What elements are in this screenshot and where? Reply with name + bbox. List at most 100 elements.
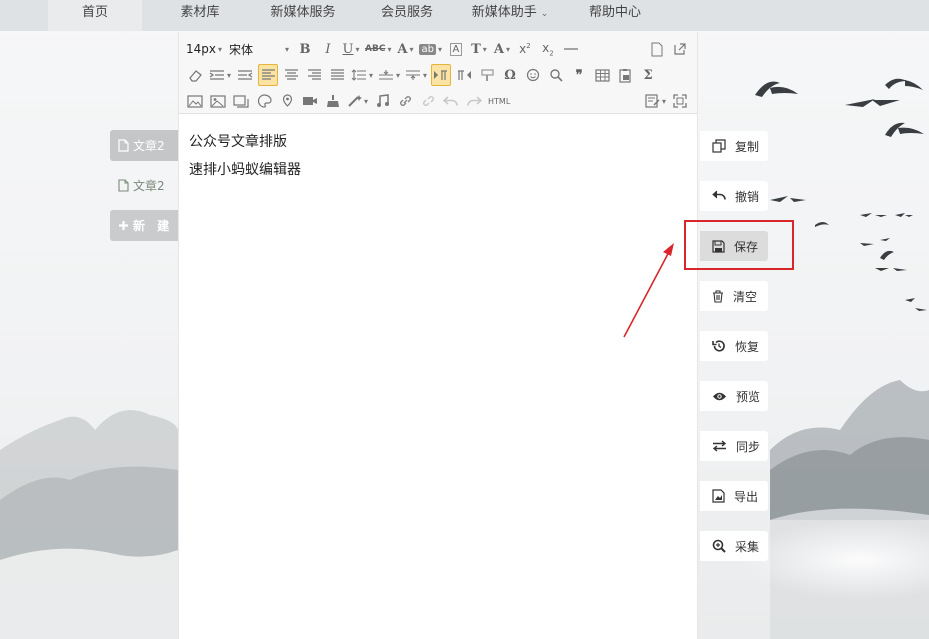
paragraph-spacing-top-button[interactable]: ▾ [377, 64, 401, 86]
align-justify-icon [330, 69, 344, 80]
export-icon [712, 489, 725, 503]
slideshow-button[interactable] [231, 90, 251, 112]
fullscreen-icon [673, 94, 687, 108]
top-nav: 首页 素材库 新媒体服务 会员服务 新媒体助手 ⌄ 帮助中心 [0, 0, 929, 31]
rich-text-editor: 14px ▾ 宋体 ▾ B I U ▾ ABC ▾ A ▾ ab ▾ A T ▾ A ▾ x2 … [178, 32, 698, 639]
export-button[interactable]: 导出 [700, 481, 768, 511]
video-icon [303, 97, 317, 105]
insert-music-button[interactable] [372, 90, 392, 112]
unlink-button[interactable] [418, 90, 438, 112]
clear-button[interactable]: 清空 [700, 281, 768, 311]
font-family-select[interactable]: 宋体 ▾ [228, 38, 292, 60]
outdent-button[interactable] [235, 64, 255, 86]
sync-label: 同步 [736, 439, 761, 454]
bold-button[interactable]: B [295, 38, 315, 60]
nav-new-media-services[interactable]: 新媒体服务 [258, 0, 348, 31]
nav-help-center[interactable]: 帮助中心 [578, 0, 652, 31]
collect-button[interactable]: 采集 [700, 531, 768, 561]
paste-plain-button[interactable] [615, 64, 635, 86]
highlight-icon: ab [419, 43, 436, 55]
subscript-icon: x2 [542, 40, 554, 58]
article-tab-active[interactable]: 文章2 [110, 130, 178, 161]
export-label: 导出 [734, 489, 759, 504]
insert-image-button[interactable] [185, 90, 205, 112]
nav-home[interactable]: 首页 [48, 0, 142, 31]
nav-membership[interactable]: 会员服务 [368, 0, 446, 31]
redo-button[interactable] [464, 90, 484, 112]
toolbar-row-2: ▾ ▾ ▾ ▾ Ω ❞ Σ [185, 62, 693, 88]
undo-action-button[interactable]: 撤销 [700, 181, 768, 211]
sync-button[interactable]: 同步 [700, 431, 768, 461]
align-justify-button[interactable] [327, 64, 347, 86]
emoji-button[interactable] [523, 64, 543, 86]
horizontal-rule-button[interactable] [561, 38, 581, 60]
outdent-icon [238, 70, 253, 80]
line-height-button[interactable]: ▾ [350, 64, 374, 86]
fullscreen-button[interactable] [670, 90, 690, 112]
music-icon [376, 94, 389, 107]
align-center-button[interactable] [281, 64, 301, 86]
broom-icon [327, 95, 339, 107]
insert-table-button[interactable] [592, 64, 612, 86]
underline-button[interactable]: U ▾ [341, 38, 361, 60]
border-text-button[interactable]: A [446, 38, 466, 60]
new-document-icon [651, 42, 663, 56]
subscript-button[interactable]: x2 [538, 38, 558, 60]
align-left-button[interactable] [258, 64, 279, 86]
paragraph-spacing-bottom-button[interactable]: ▾ [404, 64, 428, 86]
highlight-button[interactable]: ab ▾ [418, 38, 443, 60]
search-replace-button[interactable] [546, 64, 566, 86]
eye-icon [713, 392, 726, 400]
eraser-icon [188, 70, 202, 82]
slideshow-icon [233, 94, 249, 108]
new-document-button[interactable] [647, 38, 667, 60]
indent-button[interactable]: ▾ [208, 64, 232, 86]
undo-button[interactable] [441, 90, 461, 112]
new-article-button[interactable]: 新 建 [110, 210, 178, 241]
align-right-icon [307, 69, 321, 80]
letter-case-button[interactable]: A ▾ [492, 38, 512, 60]
copy-icon [712, 139, 726, 153]
formula-button[interactable]: Σ [638, 64, 658, 86]
font-color-icon: A [397, 41, 408, 57]
article-tab-label: 文章2 [133, 179, 165, 193]
nav-new-media-assistant[interactable]: 新媒体助手 ⌄ [462, 0, 558, 31]
font-size-select[interactable]: 14px ▾ [185, 38, 225, 60]
strikethrough-button[interactable]: ABC ▾ [364, 38, 392, 60]
editor-toolbar: 14px ▾ 宋体 ▾ B I U ▾ ABC ▾ A ▾ ab ▾ A T ▾ A ▾ x2 … [179, 32, 697, 114]
nav-materials[interactable]: 素材库 [160, 0, 240, 31]
palette-button[interactable] [254, 90, 274, 112]
format-painter-button[interactable] [477, 64, 497, 86]
template-button[interactable]: ▾ [644, 90, 667, 112]
copy-button[interactable]: 复制 [700, 131, 768, 161]
open-external-button[interactable] [670, 38, 690, 60]
editor-content[interactable]: 公众号文章排版 速排小蚂蚁编辑器 [179, 114, 697, 198]
magic-wand-button[interactable]: ▾ [346, 90, 369, 112]
blockquote-button[interactable]: ❞ [569, 64, 589, 86]
ltr-direction-button[interactable] [431, 64, 452, 86]
align-right-button[interactable] [304, 64, 324, 86]
title-style-button[interactable]: T ▾ [469, 38, 489, 60]
map-button[interactable] [277, 90, 297, 112]
eraser-button[interactable] [185, 64, 205, 86]
font-color-button[interactable]: A ▾ [395, 38, 415, 60]
clear-style-button[interactable] [323, 90, 343, 112]
dropdown-icon: ▾ [227, 70, 232, 80]
special-char-button[interactable]: Ω [500, 64, 520, 86]
table-icon [594, 68, 610, 82]
save-button[interactable]: 保存 [700, 231, 768, 261]
html-source-button[interactable]: HTML [487, 90, 511, 112]
superscript-button[interactable]: x2 [515, 38, 535, 60]
article-tab[interactable]: 文章2 [110, 170, 178, 201]
insert-video-button[interactable] [300, 90, 320, 112]
preview-button[interactable]: 预览 [700, 381, 768, 411]
multi-image-button[interactable] [208, 90, 228, 112]
indent-icon [209, 70, 224, 80]
insert-link-button[interactable] [395, 90, 415, 112]
italic-button[interactable]: I [318, 38, 338, 60]
align-center-icon [284, 69, 298, 80]
link-icon [399, 96, 411, 106]
omega-icon: Ω [504, 67, 516, 83]
restore-button[interactable]: 恢复 [700, 331, 768, 361]
rtl-direction-button[interactable] [454, 64, 474, 86]
